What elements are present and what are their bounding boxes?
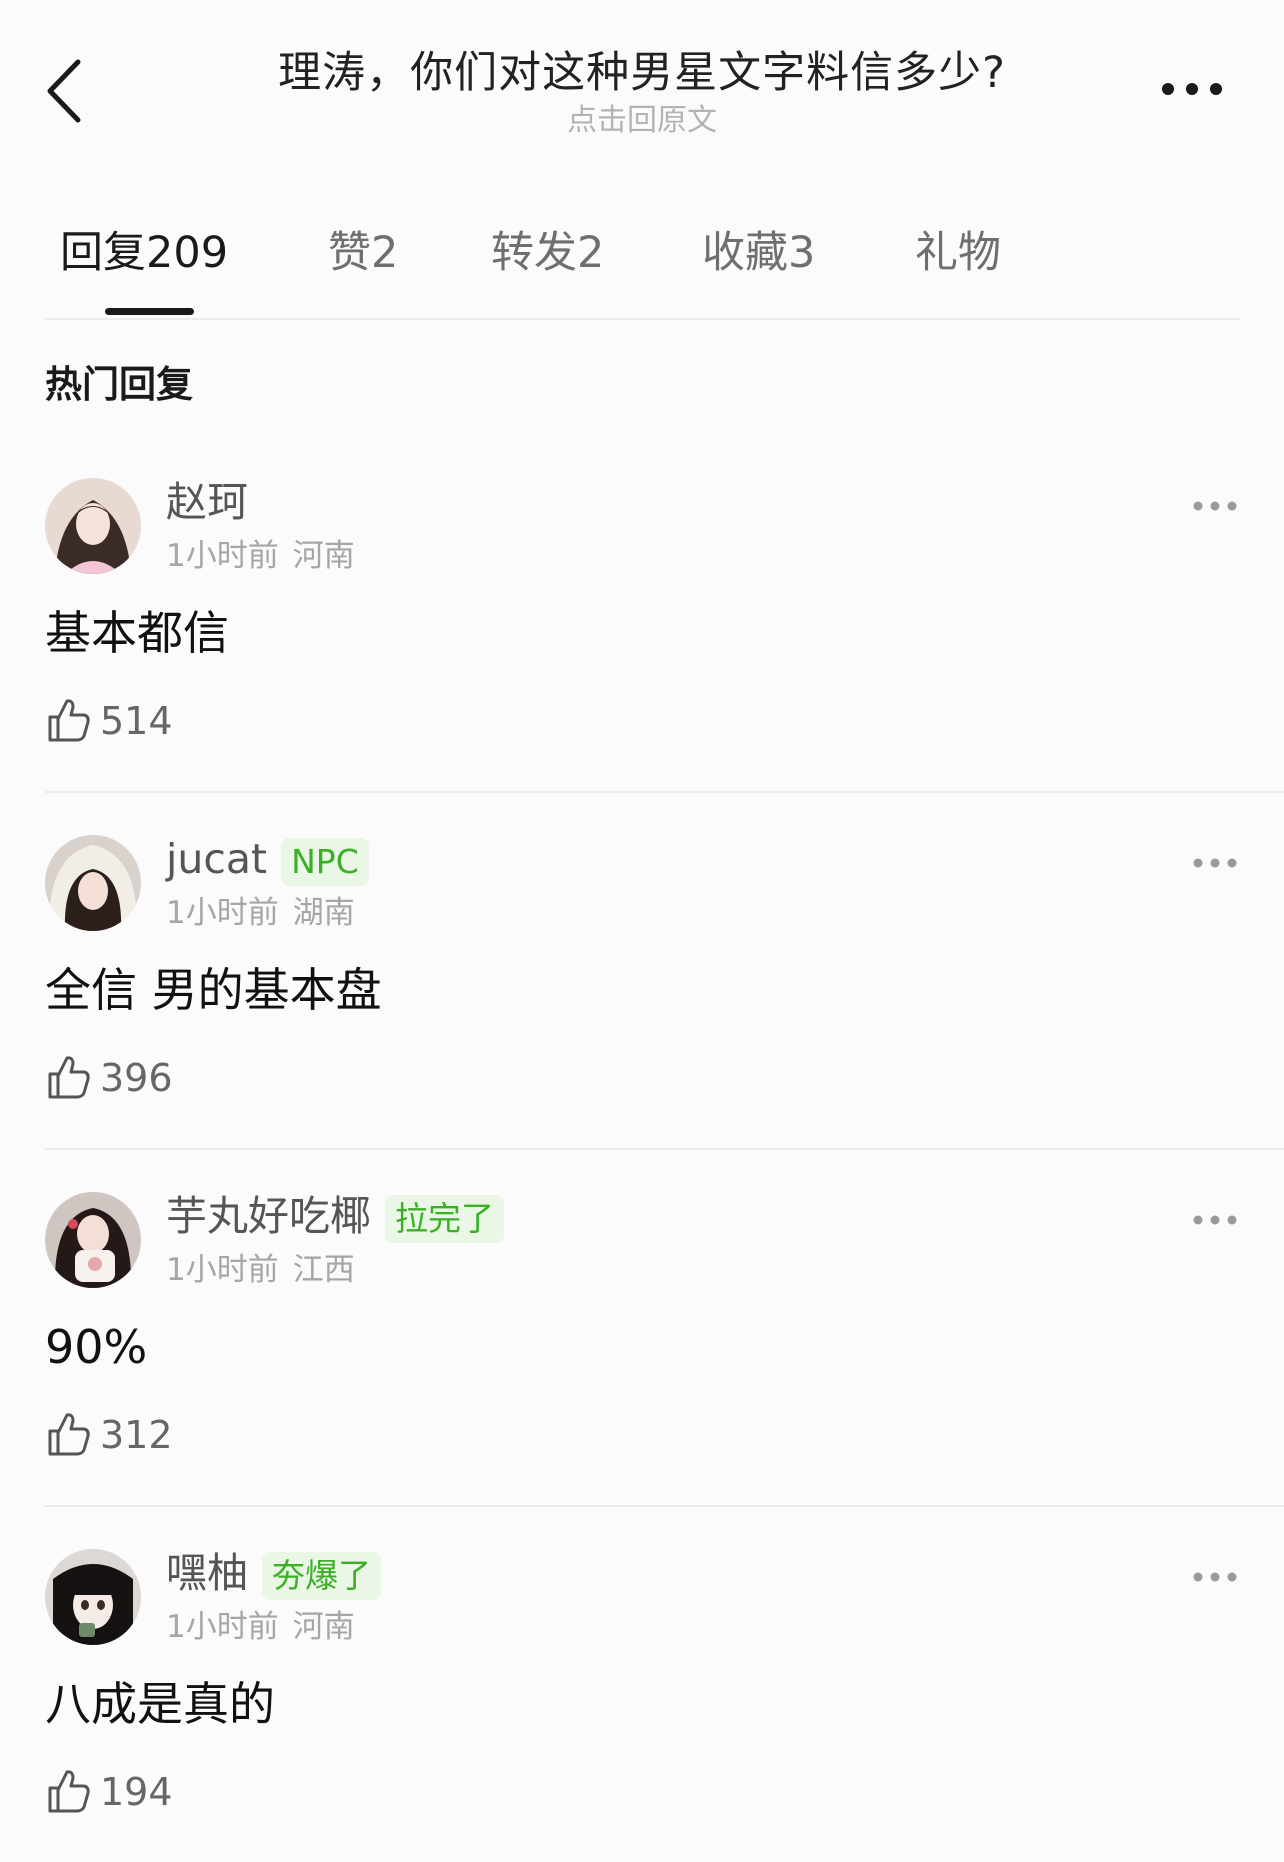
comment-username[interactable]: 嘿柚 夯爆了 <box>166 1548 381 1600</box>
thumbs-up-icon <box>48 1413 90 1456</box>
page-title: 理涛，你们对这种男星文字料信多少? <box>278 48 1006 98</box>
divider <box>45 791 1284 793</box>
comment-text: 90% <box>45 1320 148 1374</box>
tab-likes[interactable]: 赞2 <box>328 226 398 280</box>
comment-item: 赵珂 1小时前 河南 基本都信 514 <box>0 435 1284 792</box>
comment-meta: 1小时前 河南 <box>166 1607 355 1647</box>
comment-more-icon[interactable] <box>1192 499 1238 513</box>
comment-meta: 1小时前 湖南 <box>166 893 355 933</box>
comment-time: 1小时前 <box>166 895 279 931</box>
like-count: 194 <box>100 1770 173 1814</box>
active-tab-indicator <box>105 308 194 315</box>
title-block[interactable]: 理涛，你们对这种男星文字料信多少? 点击回原文 <box>200 46 1084 140</box>
comment-username[interactable]: 赵珂 <box>166 477 248 527</box>
comment-location: 河南 <box>292 1609 355 1645</box>
thumbs-up-icon <box>48 1770 90 1813</box>
comment-more-icon[interactable] <box>1192 1570 1238 1584</box>
user-badge: NPC <box>281 838 369 886</box>
comment-item: 芋丸好吃椰 拉完了 1小时前 江西 90% 312 <box>0 1148 1284 1505</box>
comment-location: 江西 <box>292 1252 355 1288</box>
tab-reposts[interactable]: 转发2 <box>491 226 604 280</box>
divider <box>45 1505 1284 1507</box>
tab-gifts[interactable]: 礼物 <box>915 226 1001 280</box>
hot-replies-heading: 热门回复 <box>45 363 193 406</box>
tab-replies[interactable]: 回复209 <box>60 226 228 280</box>
user-badge: 拉完了 <box>385 1195 504 1243</box>
comment-username[interactable]: jucat NPC <box>166 834 369 886</box>
thumbs-up-icon <box>48 1056 90 1099</box>
comment-text: 全信 男的基本盘 <box>45 963 382 1017</box>
avatar[interactable] <box>45 478 141 574</box>
back-chevron-icon[interactable] <box>44 58 84 124</box>
comment-time: 1小时前 <box>166 1252 279 1288</box>
comment-text: 八成是真的 <box>45 1677 275 1731</box>
comment-username[interactable]: 芋丸好吃椰 拉完了 <box>166 1191 504 1243</box>
avatar[interactable] <box>45 1549 141 1645</box>
top-bar: 理涛，你们对这种男星文字料信多少? 点击回原文 <box>0 0 1284 150</box>
comment-text: 基本都信 <box>45 606 229 660</box>
divider <box>45 1148 1284 1150</box>
comment-item: jucat NPC 1小时前 湖南 全信 男的基本盘 396 <box>0 791 1284 1148</box>
like-count: 514 <box>100 699 173 743</box>
like-count: 312 <box>100 1413 173 1457</box>
user-badge: 夯爆了 <box>262 1552 381 1600</box>
tab-bar: 回复209 赞2 转发2 收藏3 礼物 <box>45 216 1240 320</box>
like-count: 396 <box>100 1056 173 1100</box>
comment-meta: 1小时前 河南 <box>166 536 355 576</box>
tab-favorites[interactable]: 收藏3 <box>702 226 815 280</box>
comment-item: 嘿柚 夯爆了 1小时前 河南 八成是真的 194 <box>0 1505 1284 1862</box>
avatar[interactable] <box>45 1192 141 1288</box>
more-options-icon[interactable] <box>1160 76 1224 102</box>
comment-more-icon[interactable] <box>1192 856 1238 870</box>
comment-location: 湖南 <box>292 895 355 931</box>
comment-meta: 1小时前 江西 <box>166 1250 355 1290</box>
view-original-link[interactable]: 点击回原文 <box>200 102 1084 140</box>
avatar[interactable] <box>45 835 141 931</box>
comment-time: 1小时前 <box>166 538 279 574</box>
thumbs-up-icon <box>48 699 90 742</box>
comment-time: 1小时前 <box>166 1609 279 1645</box>
comment-more-icon[interactable] <box>1192 1213 1238 1227</box>
comment-location: 河南 <box>292 538 355 574</box>
